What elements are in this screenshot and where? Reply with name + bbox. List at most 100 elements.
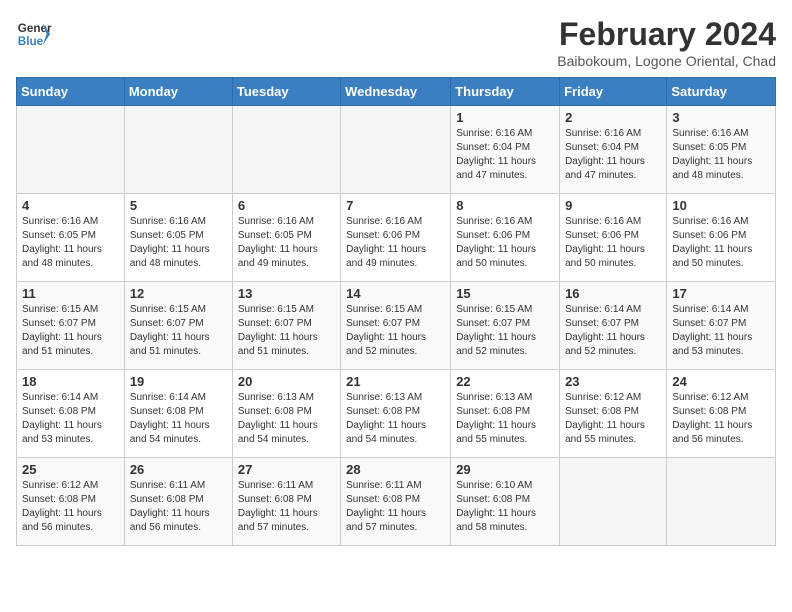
day-number: 8 — [456, 198, 554, 213]
calendar-cell: 8Sunrise: 6:16 AM Sunset: 6:06 PM Daylig… — [451, 194, 560, 282]
calendar-cell: 28 Sunrise: 6:11 AM Sunset: 6:08 PM Dayli… — [341, 458, 451, 546]
calendar-cell: 21 Sunrise: 6:13 AM Sunset: 6:08 PM Dayli… — [341, 370, 451, 458]
calendar-cell: 27 Sunrise: 6:11 AM Sunset: 6:08 PM Dayli… — [232, 458, 340, 546]
day-number: 3 — [672, 110, 770, 125]
cell-info: Sunrise: 6:12 AM Sunset: 6:08 PM Dayligh… — [22, 479, 119, 535]
calendar-cell: 7 Sunrise: 6:16 AM Sunset: 6:06 PM Daylig… — [341, 194, 451, 282]
day-number: 11 — [22, 286, 119, 301]
calendar-cell: 11 Sunrise: 6:15 AM Sunset: 6:07 PM Dayli… — [17, 282, 125, 370]
month-title: February 2024 — [557, 16, 776, 53]
cell-info: Sunrise: 6:12 AM Sunset: 6:08 PM Dayligh… — [565, 391, 661, 447]
calendar-cell: 24 Sunrise: 6:12 AM Sunset: 6:08 PM Dayli… — [667, 370, 776, 458]
calendar-cell: 3 Sunrise: 6:16 AM Sunset: 6:05 PM Daylig… — [667, 106, 776, 194]
day-number: 24 — [672, 374, 770, 389]
day-number: 23 — [565, 374, 661, 389]
calendar-week-row: 25 Sunrise: 6:12 AM Sunset: 6:08 PM Dayli… — [17, 458, 776, 546]
cell-info: Sunrise: 6:10 AM Sunset: 6:08 PM Dayligh… — [456, 479, 554, 535]
cell-info: Sunrise: 6:14 AM Sunset: 6:07 PM Dayligh… — [672, 303, 770, 359]
calendar-cell: 17 Sunrise: 6:14 AM Sunset: 6:07 PM Dayli… — [667, 282, 776, 370]
day-number: 20 — [238, 374, 335, 389]
day-number: 27 — [238, 462, 335, 477]
cell-info: Sunrise: 6:16 AM Sunset: 6:06 PM Dayligh… — [346, 215, 445, 271]
logo-icon: General Blue — [16, 16, 52, 52]
calendar-cell: 2 Sunrise: 6:16 AM Sunset: 6:04 PM Daylig… — [560, 106, 667, 194]
calendar-cell: 18Sunrise: 6:14 AM Sunset: 6:08 PM Dayli… — [17, 370, 125, 458]
cell-info: Sunrise: 6:15 AM Sunset: 6:07 PM Dayligh… — [22, 303, 119, 359]
calendar-cell: 22 Sunrise: 6:13 AM Sunset: 6:08 PM Dayli… — [451, 370, 560, 458]
weekday-header-wednesday: Wednesday — [341, 78, 451, 106]
cell-info: Sunrise: 6:16 AM Sunset: 6:05 PM Dayligh… — [238, 215, 335, 271]
day-number: 28 — [346, 462, 445, 477]
cell-info: Sunrise: 6:11 AM Sunset: 6:08 PM Dayligh… — [130, 479, 227, 535]
weekday-header-monday: Monday — [124, 78, 232, 106]
calendar-cell — [232, 106, 340, 194]
cell-info: Sunrise: 6:12 AM Sunset: 6:08 PM Dayligh… — [672, 391, 770, 447]
day-number: 16 — [565, 286, 661, 301]
cell-info: Sunrise: 6:16 AM Sunset: 6:04 PM Dayligh… — [565, 127, 661, 183]
cell-info: Sunrise: 6:16 AM Sunset: 6:06 PM Dayligh… — [672, 215, 770, 271]
day-number: 14 — [346, 286, 445, 301]
cell-info: Sunrise: 6:16 AM Sunset: 6:05 PM Dayligh… — [130, 215, 227, 271]
day-number: 4 — [22, 198, 119, 213]
cell-info: Sunrise: 6:13 AM Sunset: 6:08 PM Dayligh… — [456, 391, 554, 447]
logo: General Blue — [16, 16, 52, 52]
calendar-cell — [560, 458, 667, 546]
day-number: 17 — [672, 286, 770, 301]
calendar-cell — [341, 106, 451, 194]
cell-info: Sunrise: 6:14 AM Sunset: 6:08 PM Dayligh… — [130, 391, 227, 447]
cell-info: Sunrise: 6:15 AM Sunset: 6:07 PM Dayligh… — [456, 303, 554, 359]
day-number: 22 — [456, 374, 554, 389]
calendar-cell: 15 Sunrise: 6:15 AM Sunset: 6:07 PM Dayli… — [451, 282, 560, 370]
weekday-header-sunday: Sunday — [17, 78, 125, 106]
weekday-header-thursday: Thursday — [451, 78, 560, 106]
location-subtitle: Baibokoum, Logone Oriental, Chad — [557, 53, 776, 69]
day-number: 1 — [456, 110, 554, 125]
calendar-cell: 9Sunrise: 6:16 AM Sunset: 6:06 PM Daylig… — [560, 194, 667, 282]
day-number: 21 — [346, 374, 445, 389]
cell-info: Sunrise: 6:16 AM Sunset: 6:04 PM Dayligh… — [456, 127, 554, 183]
calendar-cell: 12 Sunrise: 6:15 AM Sunset: 6:07 PM Dayli… — [124, 282, 232, 370]
weekday-header-friday: Friday — [560, 78, 667, 106]
day-number: 10 — [672, 198, 770, 213]
calendar-cell: 4 Sunrise: 6:16 AM Sunset: 6:05 PM Daylig… — [17, 194, 125, 282]
calendar-cell: 26 Sunrise: 6:11 AM Sunset: 6:08 PM Dayli… — [124, 458, 232, 546]
day-number: 26 — [130, 462, 227, 477]
calendar-cell: 19 Sunrise: 6:14 AM Sunset: 6:08 PM Dayli… — [124, 370, 232, 458]
calendar-cell: 20 Sunrise: 6:13 AM Sunset: 6:08 PM Dayli… — [232, 370, 340, 458]
cell-info: Sunrise: 6:14 AM Sunset: 6:07 PM Dayligh… — [565, 303, 661, 359]
day-number: 7 — [346, 198, 445, 213]
calendar-cell — [667, 458, 776, 546]
calendar-week-row: 11 Sunrise: 6:15 AM Sunset: 6:07 PM Dayli… — [17, 282, 776, 370]
calendar-cell: 13 Sunrise: 6:15 AM Sunset: 6:07 PM Dayli… — [232, 282, 340, 370]
day-number: 25 — [22, 462, 119, 477]
cell-info: Sunrise: 6:15 AM Sunset: 6:07 PM Dayligh… — [130, 303, 227, 359]
calendar-cell — [124, 106, 232, 194]
cell-info: Sunrise: 6:13 AM Sunset: 6:08 PM Dayligh… — [238, 391, 335, 447]
calendar-cell: 10 Sunrise: 6:16 AM Sunset: 6:06 PM Dayli… — [667, 194, 776, 282]
calendar-table: SundayMondayTuesdayWednesdayThursdayFrid… — [16, 77, 776, 546]
day-number: 2 — [565, 110, 661, 125]
day-number: 9 — [565, 198, 661, 213]
cell-info: Sunrise: 6:13 AM Sunset: 6:08 PM Dayligh… — [346, 391, 445, 447]
page-header: General Blue February 2024 Baibokoum, Lo… — [16, 16, 776, 69]
cell-info: Sunrise: 6:11 AM Sunset: 6:08 PM Dayligh… — [238, 479, 335, 535]
calendar-cell: 29Sunrise: 6:10 AM Sunset: 6:08 PM Dayli… — [451, 458, 560, 546]
weekday-header-saturday: Saturday — [667, 78, 776, 106]
day-number: 6 — [238, 198, 335, 213]
svg-text:Blue: Blue — [18, 35, 44, 48]
title-block: February 2024 Baibokoum, Logone Oriental… — [557, 16, 776, 69]
cell-info: Sunrise: 6:11 AM Sunset: 6:08 PM Dayligh… — [346, 479, 445, 535]
day-number: 13 — [238, 286, 335, 301]
day-number: 12 — [130, 286, 227, 301]
cell-info: Sunrise: 6:15 AM Sunset: 6:07 PM Dayligh… — [238, 303, 335, 359]
calendar-cell: 14Sunrise: 6:15 AM Sunset: 6:07 PM Dayli… — [341, 282, 451, 370]
calendar-week-row: 18Sunrise: 6:14 AM Sunset: 6:08 PM Dayli… — [17, 370, 776, 458]
day-number: 15 — [456, 286, 554, 301]
day-number: 19 — [130, 374, 227, 389]
calendar-cell: 25 Sunrise: 6:12 AM Sunset: 6:08 PM Dayli… — [17, 458, 125, 546]
calendar-cell: 5 Sunrise: 6:16 AM Sunset: 6:05 PM Daylig… — [124, 194, 232, 282]
cell-info: Sunrise: 6:16 AM Sunset: 6:05 PM Dayligh… — [22, 215, 119, 271]
calendar-cell: 1 Sunrise: 6:16 AM Sunset: 6:04 PM Daylig… — [451, 106, 560, 194]
day-number: 5 — [130, 198, 227, 213]
cell-info: Sunrise: 6:16 AM Sunset: 6:05 PM Dayligh… — [672, 127, 770, 183]
